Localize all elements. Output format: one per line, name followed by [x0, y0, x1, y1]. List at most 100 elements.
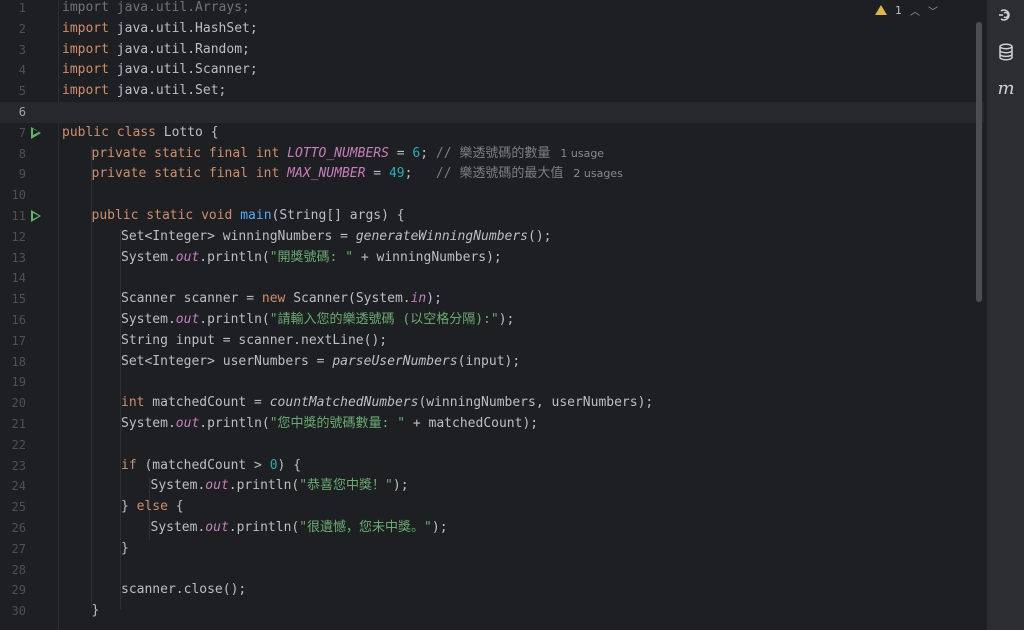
line-number[interactable]: 18 — [0, 352, 26, 373]
line-number[interactable]: 12 — [0, 227, 26, 248]
code-line[interactable]: 12 Set<Integer> winningNumbers = generate… — [0, 227, 984, 248]
line-number[interactable]: 27 — [0, 539, 26, 560]
code-text[interactable]: int matchedCount = countMatchedNumbers(w… — [121, 393, 653, 414]
line-number[interactable]: 26 — [0, 518, 26, 539]
line-number[interactable]: 21 — [0, 414, 26, 435]
line-number[interactable]: 29 — [0, 580, 26, 601]
code-line[interactable]: 24 System.out.println("恭喜您中獎！"); — [0, 476, 984, 497]
line-number[interactable]: 28 — [0, 560, 26, 581]
code-line[interactable]: 7 public class Lotto { — [0, 123, 984, 144]
line-number[interactable]: 22 — [0, 435, 26, 456]
code-text[interactable]: scanner.close(); — [121, 580, 246, 601]
code-text[interactable]: Set<Integer> userNumbers = parseUserNumb… — [121, 352, 520, 373]
code-text[interactable]: import java.util.Arrays; — [62, 0, 250, 19]
ai-assistant-icon[interactable] — [996, 6, 1016, 26]
code-line[interactable]: 21 System.out.println("您中獎的號碼數量: " + matc… — [0, 414, 984, 435]
maven-icon[interactable]: m — [996, 79, 1016, 99]
usage-hint[interactable]: 2 usages — [573, 167, 622, 180]
code-text[interactable]: import java.util.Set; — [62, 81, 226, 102]
line-number[interactable]: 30 — [0, 601, 26, 622]
line-number[interactable]: 15 — [0, 289, 26, 310]
chevron-down-icon[interactable]: ﹀ — [928, 3, 938, 18]
code-text[interactable]: System.out.println("恭喜您中獎！"); — [151, 476, 409, 497]
code-text[interactable]: private static final int LOTTO_NUMBERS =… — [92, 144, 605, 165]
code-line[interactable]: 23 if (matchedCount > 0) { — [0, 456, 984, 477]
line-number[interactable]: 19 — [0, 372, 26, 393]
code-line[interactable]: 1 import java.util.Arrays; — [0, 0, 984, 19]
code-text[interactable]: import java.util.Scanner; — [62, 60, 258, 81]
code-line[interactable]: 16 System.out.println("請輸入您的樂透號碼 (以空格分隔):… — [0, 310, 984, 331]
code-text[interactable]: System.out.println("您中獎的號碼數量: " + matche… — [121, 414, 538, 435]
code-line[interactable]: 13 System.out.println("開獎號碼: " + winningN… — [0, 248, 984, 269]
code-line[interactable]: 30} — [0, 601, 984, 622]
code-text[interactable]: if (matchedCount > 0) { — [121, 456, 301, 477]
code-text[interactable]: import java.util.Random; — [62, 40, 250, 61]
code-line[interactable]: 10 — [0, 185, 984, 206]
code-line[interactable]: 8 private static final int LOTTO_NUMBERS … — [0, 144, 984, 165]
line-number[interactable]: 2 — [0, 19, 26, 40]
line-number[interactable]: 25 — [0, 497, 26, 518]
code-text[interactable]: String input = scanner.nextLine(); — [121, 331, 387, 352]
line-number[interactable]: 16 — [0, 310, 26, 331]
line-number[interactable]: 13 — [0, 248, 26, 269]
line-number[interactable]: 23 — [0, 456, 26, 477]
code-line[interactable]: 27} — [0, 539, 984, 560]
run-gutter-icon[interactable] — [31, 126, 41, 139]
code-text[interactable]: System.out.println("很遺憾，您未中獎。"); — [151, 518, 448, 539]
database-icon[interactable] — [996, 43, 1016, 63]
code-line[interactable]: 3 import java.util.Random; — [0, 40, 984, 61]
code-token: "恭喜您中獎！" — [299, 478, 393, 494]
line-number[interactable]: 20 — [0, 393, 26, 414]
line-number[interactable]: 4 — [0, 60, 26, 81]
code-text[interactable]: private static final int MAX_NUMBER = 49… — [92, 164, 623, 185]
run-gutter-icon[interactable] — [31, 210, 41, 222]
code-line[interactable]: 6 — [0, 102, 984, 123]
code-text[interactable]: } — [92, 601, 100, 622]
code-line[interactable]: 5 import java.util.Set; — [0, 81, 984, 102]
line-number[interactable]: 5 — [0, 81, 26, 102]
line-number[interactable]: 8 — [0, 144, 26, 165]
usage-hint[interactable]: 1 usage — [560, 147, 604, 160]
chevron-up-icon[interactable]: ︿ — [910, 3, 920, 18]
vertical-scrollbar[interactable] — [976, 22, 982, 302]
code-line[interactable]: 2 import java.util.HashSet; — [0, 19, 984, 40]
line-number[interactable]: 3 — [0, 40, 26, 61]
code-text[interactable]: } else { — [121, 497, 184, 518]
code-line[interactable]: 28 — [0, 560, 984, 581]
code-line[interactable]: 19 — [0, 372, 984, 393]
code-line[interactable]: 17 String input = scanner.nextLine(); — [0, 331, 984, 352]
line-number[interactable]: 11 — [0, 206, 26, 227]
line-number[interactable]: 1 — [0, 0, 26, 19]
line-number[interactable]: 10 — [0, 185, 26, 206]
code-text[interactable]: Scanner scanner = new Scanner(System.in)… — [121, 289, 442, 310]
warning-icon[interactable] — [875, 5, 887, 15]
code-text[interactable]: } — [121, 539, 129, 560]
code-line[interactable]: 29 scanner.close(); — [0, 580, 984, 601]
code-comment: // 樂透號碼的數量 — [435, 145, 551, 161]
code-line[interactable]: 9 private static final int MAX_NUMBER = 4… — [0, 164, 984, 185]
code-line[interactable]: 14 — [0, 268, 984, 289]
code-line[interactable]: 18 Set<Integer> userNumbers = parseUserNu… — [0, 352, 984, 373]
code-text[interactable]: System.out.println("開獎號碼: " + winningNum… — [121, 248, 502, 269]
code-line[interactable]: 4 import java.util.Scanner; — [0, 60, 984, 81]
code-text[interactable]: System.out.println("請輸入您的樂透號碼 (以空格分隔):")… — [121, 310, 514, 331]
code-text[interactable]: public static void main(String[] args) { — [92, 206, 405, 227]
code-line[interactable]: 11 public static void main(String[] args)… — [0, 206, 984, 227]
line-number[interactable]: 24 — [0, 476, 26, 497]
code-line[interactable]: 22 — [0, 435, 984, 456]
code-line[interactable]: 26 System.out.println("很遺憾，您未中獎。"); — [0, 518, 984, 539]
line-number[interactable]: 6 — [0, 102, 26, 123]
line-number[interactable]: 9 — [0, 164, 26, 185]
code-editor[interactable]: 1 import java.util.Arrays; 2 import java.ut… — [0, 0, 986, 630]
warning-count[interactable]: 1 — [895, 4, 902, 17]
code-text[interactable]: Set<Integer> winningNumbers = generateWi… — [121, 227, 551, 248]
code-text[interactable]: import java.util.HashSet; — [62, 19, 258, 40]
line-number[interactable]: 17 — [0, 331, 26, 352]
code-line[interactable]: 20 int matchedCount = countMatchedNumbers… — [0, 393, 984, 414]
code-line[interactable]: 15 Scanner scanner = new Scanner(System.i… — [0, 289, 984, 310]
inspection-widget[interactable]: 1 ︿ ﹀ — [875, 0, 938, 20]
code-text[interactable]: public class Lotto { — [62, 123, 219, 144]
line-number[interactable]: 7 — [0, 123, 26, 144]
code-line[interactable]: 25 } else { — [0, 497, 984, 518]
line-number[interactable]: 14 — [0, 268, 26, 289]
